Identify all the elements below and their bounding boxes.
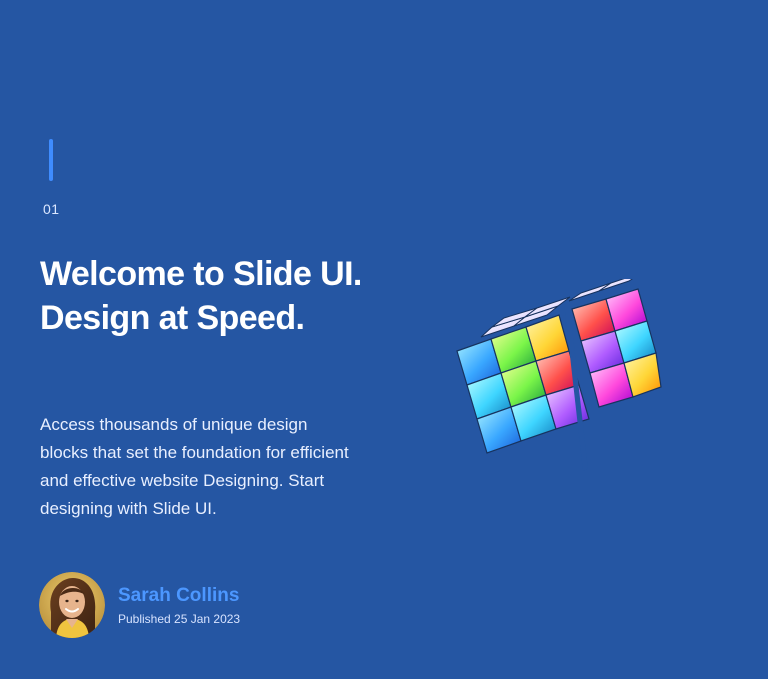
author-name[interactable]: Sarah Collins	[118, 584, 240, 608]
hero-slide: 01 Welcome to Slide UI. Design at Speed.…	[0, 0, 768, 679]
author-meta: Sarah Collins Published 25 Jan 2023	[118, 584, 240, 626]
hero-illustration	[447, 272, 677, 479]
accent-bar	[49, 139, 53, 181]
page-title: Welcome to Slide UI. Design at Speed.	[40, 255, 362, 337]
published-date: Published 25 Jan 2023	[118, 612, 241, 626]
cube-right-face	[571, 288, 662, 408]
author-block: Sarah Collins Published 25 Jan 2023	[39, 572, 240, 638]
avatar	[39, 572, 105, 638]
slide-description: Access thousands of unique design blocks…	[40, 415, 349, 518]
avatar-portrait-icon	[39, 572, 105, 638]
slide-number: 01	[43, 201, 60, 217]
glass-rubiks-cube-icon	[456, 272, 662, 471]
